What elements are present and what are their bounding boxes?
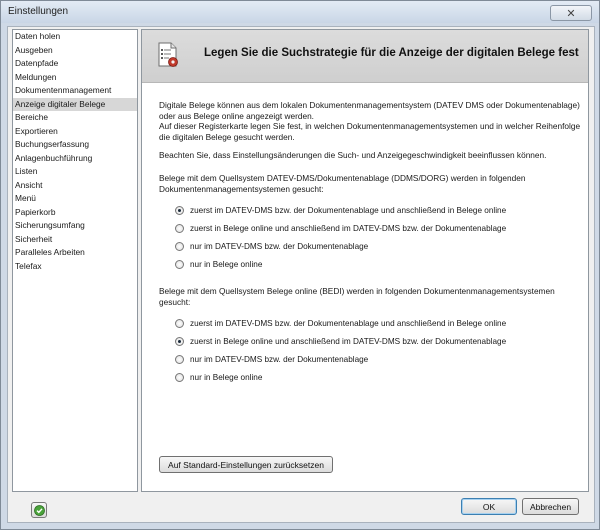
group1-description-line-1: Belege mit dem Quellsystem DATEV-DMS/Dok… xyxy=(159,173,526,183)
sidebar-item-menue[interactable]: Menü xyxy=(13,192,137,206)
sidebar-item-anlagenbuchfuehrung[interactable]: Anlagenbuchführung xyxy=(13,152,137,166)
group2-option-2[interactable]: zuerst in Belege online und anschließend… xyxy=(175,335,506,347)
group2-option-3[interactable]: nur im DATEV-DMS bzw. der Dokumentenabla… xyxy=(175,353,368,365)
radio-button[interactable] xyxy=(175,372,184,382)
option-label: nur im DATEV-DMS bzw. der Dokumentenabla… xyxy=(190,241,369,251)
reset-defaults-button[interactable]: Auf Standard-Einstellungen zurücksetzen xyxy=(159,456,333,473)
radio-button[interactable] xyxy=(175,318,184,328)
sidebar-item-dokumentenmanagement[interactable]: Dokumentenmanagement xyxy=(13,84,137,98)
intro-line-1: Digitale Belege können aus dem lokalen D… xyxy=(159,100,580,110)
sidebar-item-sicherungsumfang[interactable]: Sicherungsumfang xyxy=(13,219,137,233)
group1-option-1[interactable]: zuerst im DATEV-DMS bzw. der Dokumentena… xyxy=(175,204,506,216)
ok-button[interactable]: OK xyxy=(461,498,517,515)
option-label: zuerst in Belege online und anschließend… xyxy=(190,223,507,233)
document-settings-icon xyxy=(158,42,178,67)
intro-line-3: Auf dieser Registerkarte legen Sie fest,… xyxy=(159,121,581,132)
radio-button[interactable] xyxy=(175,205,184,215)
settings-category-list: Daten holen Ausgeben Datenpfade Meldunge… xyxy=(12,29,138,492)
sidebar-item-papierkorb[interactable]: Papierkorb xyxy=(13,206,137,220)
option-label: nur in Belege online xyxy=(190,259,263,269)
sidebar-item-telefax[interactable]: Telefax xyxy=(13,260,137,274)
group2-description-line-1: Belege mit dem Quellsystem Belege online… xyxy=(159,286,555,296)
close-icon: ✕ xyxy=(566,7,576,20)
sidebar-item-ausgeben[interactable]: Ausgeben xyxy=(13,44,137,58)
sidebar-item-listen[interactable]: Listen xyxy=(13,165,137,179)
sidebar-item-daten-holen[interactable]: Daten holen xyxy=(13,30,137,44)
group1-description-line-2: Dokumentenmanagementsystemen gesucht: xyxy=(159,183,324,194)
title-bar[interactable]: Einstellungen ✕ xyxy=(1,1,599,23)
sidebar-item-ansicht[interactable]: Ansicht xyxy=(13,179,137,193)
group2-option-1[interactable]: zuerst im DATEV-DMS bzw. der Dokumentena… xyxy=(175,317,506,329)
settings-panel: Legen Sie die Suchstrategie für die Anze… xyxy=(141,29,589,492)
group2-description-line-2: gesucht: xyxy=(159,296,191,307)
radio-button[interactable] xyxy=(175,336,184,346)
option-label: zuerst in Belege online und anschließend… xyxy=(190,336,507,346)
group1-option-4[interactable]: nur in Belege online xyxy=(175,258,262,270)
sidebar-item-anzeige-digitaler-belege[interactable]: Anzeige digitaler Belege xyxy=(13,97,137,111)
intro-line-2: oder aus Belege online angezeigt werden. xyxy=(159,110,314,121)
group1-option-3[interactable]: nur im DATEV-DMS bzw. der Dokumentenabla… xyxy=(175,240,368,252)
cancel-button[interactable]: Abbrechen xyxy=(522,498,579,515)
radio-button[interactable] xyxy=(175,241,184,251)
option-label: zuerst im DATEV-DMS bzw. der Dokumentena… xyxy=(190,318,507,328)
panel-header: Legen Sie die Suchstrategie für die Anze… xyxy=(142,30,588,83)
group1-option-2[interactable]: zuerst in Belege online und anschließend… xyxy=(175,222,506,234)
page-title: Legen Sie die Suchstrategie für die Anze… xyxy=(204,47,579,59)
group2-option-4[interactable]: nur in Belege online xyxy=(175,371,262,383)
sidebar-item-paralleles-arbeiten[interactable]: Paralleles Arbeiten xyxy=(13,246,137,260)
option-label: zuerst im DATEV-DMS bzw. der Dokumentena… xyxy=(190,205,507,215)
option-label: nur im DATEV-DMS bzw. der Dokumentenabla… xyxy=(190,354,369,364)
radio-button[interactable] xyxy=(175,259,184,269)
window-title: Einstellungen xyxy=(8,6,69,17)
radio-button[interactable] xyxy=(175,223,184,233)
option-label: nur in Belege online xyxy=(190,372,263,382)
dialog-client: Daten holen Ausgeben Datenpfade Meldunge… xyxy=(7,26,595,523)
performance-note: Beachten Sie, dass Einstellungsänderunge… xyxy=(159,150,547,160)
sidebar-item-bereiche[interactable]: Bereiche xyxy=(13,111,137,125)
help-icon xyxy=(33,504,45,516)
help-button[interactable] xyxy=(31,502,47,518)
close-button[interactable]: ✕ xyxy=(550,5,592,21)
intro-line-4: die digitalen Belege gesucht werden. xyxy=(159,131,295,142)
sidebar-item-buchungserfassung[interactable]: Buchungserfassung xyxy=(13,138,137,152)
radio-button[interactable] xyxy=(175,354,184,364)
sidebar-item-datenpfade[interactable]: Datenpfade xyxy=(13,57,137,71)
sidebar-item-meldungen[interactable]: Meldungen xyxy=(13,71,137,85)
sidebar-item-sicherheit[interactable]: Sicherheit xyxy=(13,233,137,247)
sidebar-item-exportieren[interactable]: Exportieren xyxy=(13,125,137,139)
settings-window: Einstellungen ✕ Daten holen Ausgeben Dat… xyxy=(0,0,600,530)
